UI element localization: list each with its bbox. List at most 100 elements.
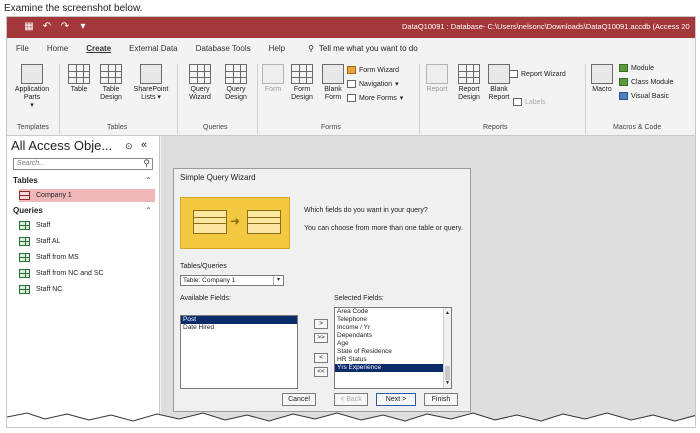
labels-button[interactable]: Labels — [513, 98, 546, 106]
tab-database-tools[interactable]: Database Tools — [187, 44, 260, 53]
form-wizard-button[interactable]: Form Wizard — [347, 66, 399, 74]
field-option[interactable]: Income / Yr — [335, 324, 451, 332]
table-icon — [68, 64, 90, 84]
application-parts-button[interactable]: Application Parts ▾ — [11, 64, 53, 110]
ribbon-separator — [177, 64, 178, 134]
nav-search-input[interactable]: Search... ⚲ — [13, 158, 153, 170]
table-button[interactable]: Table — [65, 64, 93, 94]
chevron-down-icon[interactable]: ▾ — [273, 276, 283, 285]
remove-field-button[interactable]: < — [314, 353, 328, 363]
class-module-icon — [619, 78, 628, 86]
wizard-question: Which fields do you want in your query? — [304, 207, 428, 214]
ribbon-separator — [585, 64, 586, 134]
cancel-button[interactable]: Cancel — [282, 393, 316, 406]
customize-toolbar-icon[interactable]: ▾ — [77, 21, 89, 33]
sharepoint-lists-button[interactable]: SharePoint Lists ▾ — [129, 64, 173, 102]
next-button[interactable]: Next > — [376, 393, 416, 406]
field-option[interactable]: Dependants — [335, 332, 451, 340]
nav-item-query[interactable]: Staff — [19, 219, 155, 232]
workspace: Simple Query Wizard ➜ Which fields do yo… — [161, 136, 695, 427]
selected-fields-list[interactable]: Area Code Telephone Income / Yr Dependants A… — [334, 307, 452, 389]
query-icon — [19, 253, 30, 262]
tell-me-text: Tell me what you want to do — [318, 43, 418, 53]
field-option[interactable]: State of Residence — [335, 348, 451, 356]
nav-item-query[interactable]: Staff from MS — [19, 251, 155, 264]
torn-edge — [7, 412, 695, 427]
dialog-title: Simple Query Wizard — [180, 173, 256, 182]
more-forms-button[interactable]: More Forms ▾ — [347, 94, 403, 102]
blank-report-icon — [488, 64, 510, 84]
report-icon — [426, 64, 448, 84]
chevron-up-icon[interactable]: ⌃ — [145, 176, 152, 185]
wizard-hint: You can choose from more than one table … — [304, 225, 463, 232]
query-wizard-button[interactable]: Query Wizard — [183, 64, 217, 102]
report-design-button[interactable]: Report Design — [453, 64, 485, 102]
tab-create[interactable]: Create — [77, 44, 120, 53]
field-option[interactable]: Date Hired — [181, 324, 297, 332]
tab-file[interactable]: File — [7, 44, 38, 53]
group-label-templates: Templates — [17, 124, 49, 131]
blank-form-button[interactable]: Blank Form — [319, 64, 347, 102]
scroll-thumb[interactable] — [445, 366, 450, 380]
report-wizard-button[interactable]: Report Wizard — [509, 70, 566, 78]
field-option[interactable]: Area Code — [335, 308, 451, 316]
group-label-tables: Tables — [107, 124, 128, 131]
field-option[interactable]: Yrs Experience — [335, 364, 451, 372]
nav-item-query[interactable]: Staff AL — [19, 235, 155, 248]
screenshot-frame: ▦ ↶ ↷ ▾ DataQ10091 : Database- C:\Users\… — [6, 16, 696, 428]
query-icon — [19, 237, 30, 246]
tab-external-data[interactable]: External Data — [120, 44, 186, 53]
nav-pane-title[interactable]: All Access Obje... — [11, 138, 112, 153]
field-option[interactable]: Age — [335, 340, 451, 348]
visual-basic-button[interactable]: Visual Basic — [619, 92, 669, 100]
nav-item-query[interactable]: Staff NC — [19, 283, 155, 296]
tab-help[interactable]: Help — [260, 44, 294, 53]
undo-icon[interactable]: ↶ — [41, 21, 53, 33]
collapse-pane-icon[interactable]: « — [141, 139, 147, 151]
field-option[interactable]: HR Status — [335, 356, 451, 364]
scrollbar[interactable]: ▲ ▼ — [443, 308, 451, 388]
lightbulb-icon: ⚲ — [308, 43, 314, 53]
class-module-button[interactable]: Class Module — [619, 78, 673, 86]
nav-section-tables[interactable]: Tables — [13, 176, 38, 185]
add-field-button[interactable]: > — [314, 319, 328, 329]
available-fields-label: Available Fields: — [180, 295, 231, 302]
query-design-button[interactable]: Query Design — [219, 64, 253, 102]
macro-button[interactable]: Macro — [589, 64, 615, 94]
form-design-button[interactable]: Form Design — [287, 64, 317, 102]
available-fields-list[interactable]: Post Date Hired — [180, 315, 298, 389]
tab-home[interactable]: Home — [38, 44, 77, 53]
nav-item-query[interactable]: Staff from NC and SC — [19, 267, 155, 280]
window-title: DataQ10091 : Database- C:\Users\nelsonc\… — [402, 22, 690, 31]
field-option[interactable]: Telephone — [335, 316, 451, 324]
chevron-up-icon[interactable]: ▲ — [444, 309, 451, 317]
report-button[interactable]: Report — [423, 64, 451, 94]
arrow-right-icon: ➜ — [230, 214, 241, 228]
form-icon — [262, 64, 284, 84]
search-icon[interactable]: ⚲ — [143, 158, 150, 168]
nav-item-table[interactable]: Company 1 — [19, 189, 155, 202]
nav-section-queries[interactable]: Queries — [13, 206, 43, 215]
blank-form-icon — [322, 64, 344, 84]
table-icon — [19, 191, 30, 200]
field-option[interactable]: Post — [181, 316, 297, 324]
redo-icon[interactable]: ↷ — [59, 21, 71, 33]
remove-all-fields-button[interactable]: << — [314, 367, 328, 377]
tell-me-box[interactable]: ⚲ Tell me what you want to do — [308, 44, 418, 53]
table-graphic-icon — [247, 210, 281, 234]
chevron-up-icon[interactable]: ⌃ — [145, 206, 152, 215]
module-icon — [619, 64, 628, 72]
finish-button[interactable]: Finish — [424, 393, 458, 406]
add-all-fields-button[interactable]: >> — [314, 333, 328, 343]
navigation-button[interactable]: Navigation ▾ — [347, 80, 399, 88]
table-design-button[interactable]: Table Design — [95, 64, 127, 102]
group-label-forms: Forms — [321, 124, 341, 131]
module-button[interactable]: Module — [619, 64, 654, 72]
tables-queries-select[interactable]: Table: Company 1 ▾ — [180, 275, 284, 286]
save-icon[interactable]: ▦ — [23, 21, 35, 33]
form-button[interactable]: Form — [261, 64, 285, 94]
nav-menu-icon[interactable]: ⊙ — [125, 141, 133, 152]
form-design-icon — [291, 64, 313, 84]
back-button[interactable]: < Back — [334, 393, 368, 406]
chevron-down-icon[interactable]: ▼ — [444, 379, 451, 387]
